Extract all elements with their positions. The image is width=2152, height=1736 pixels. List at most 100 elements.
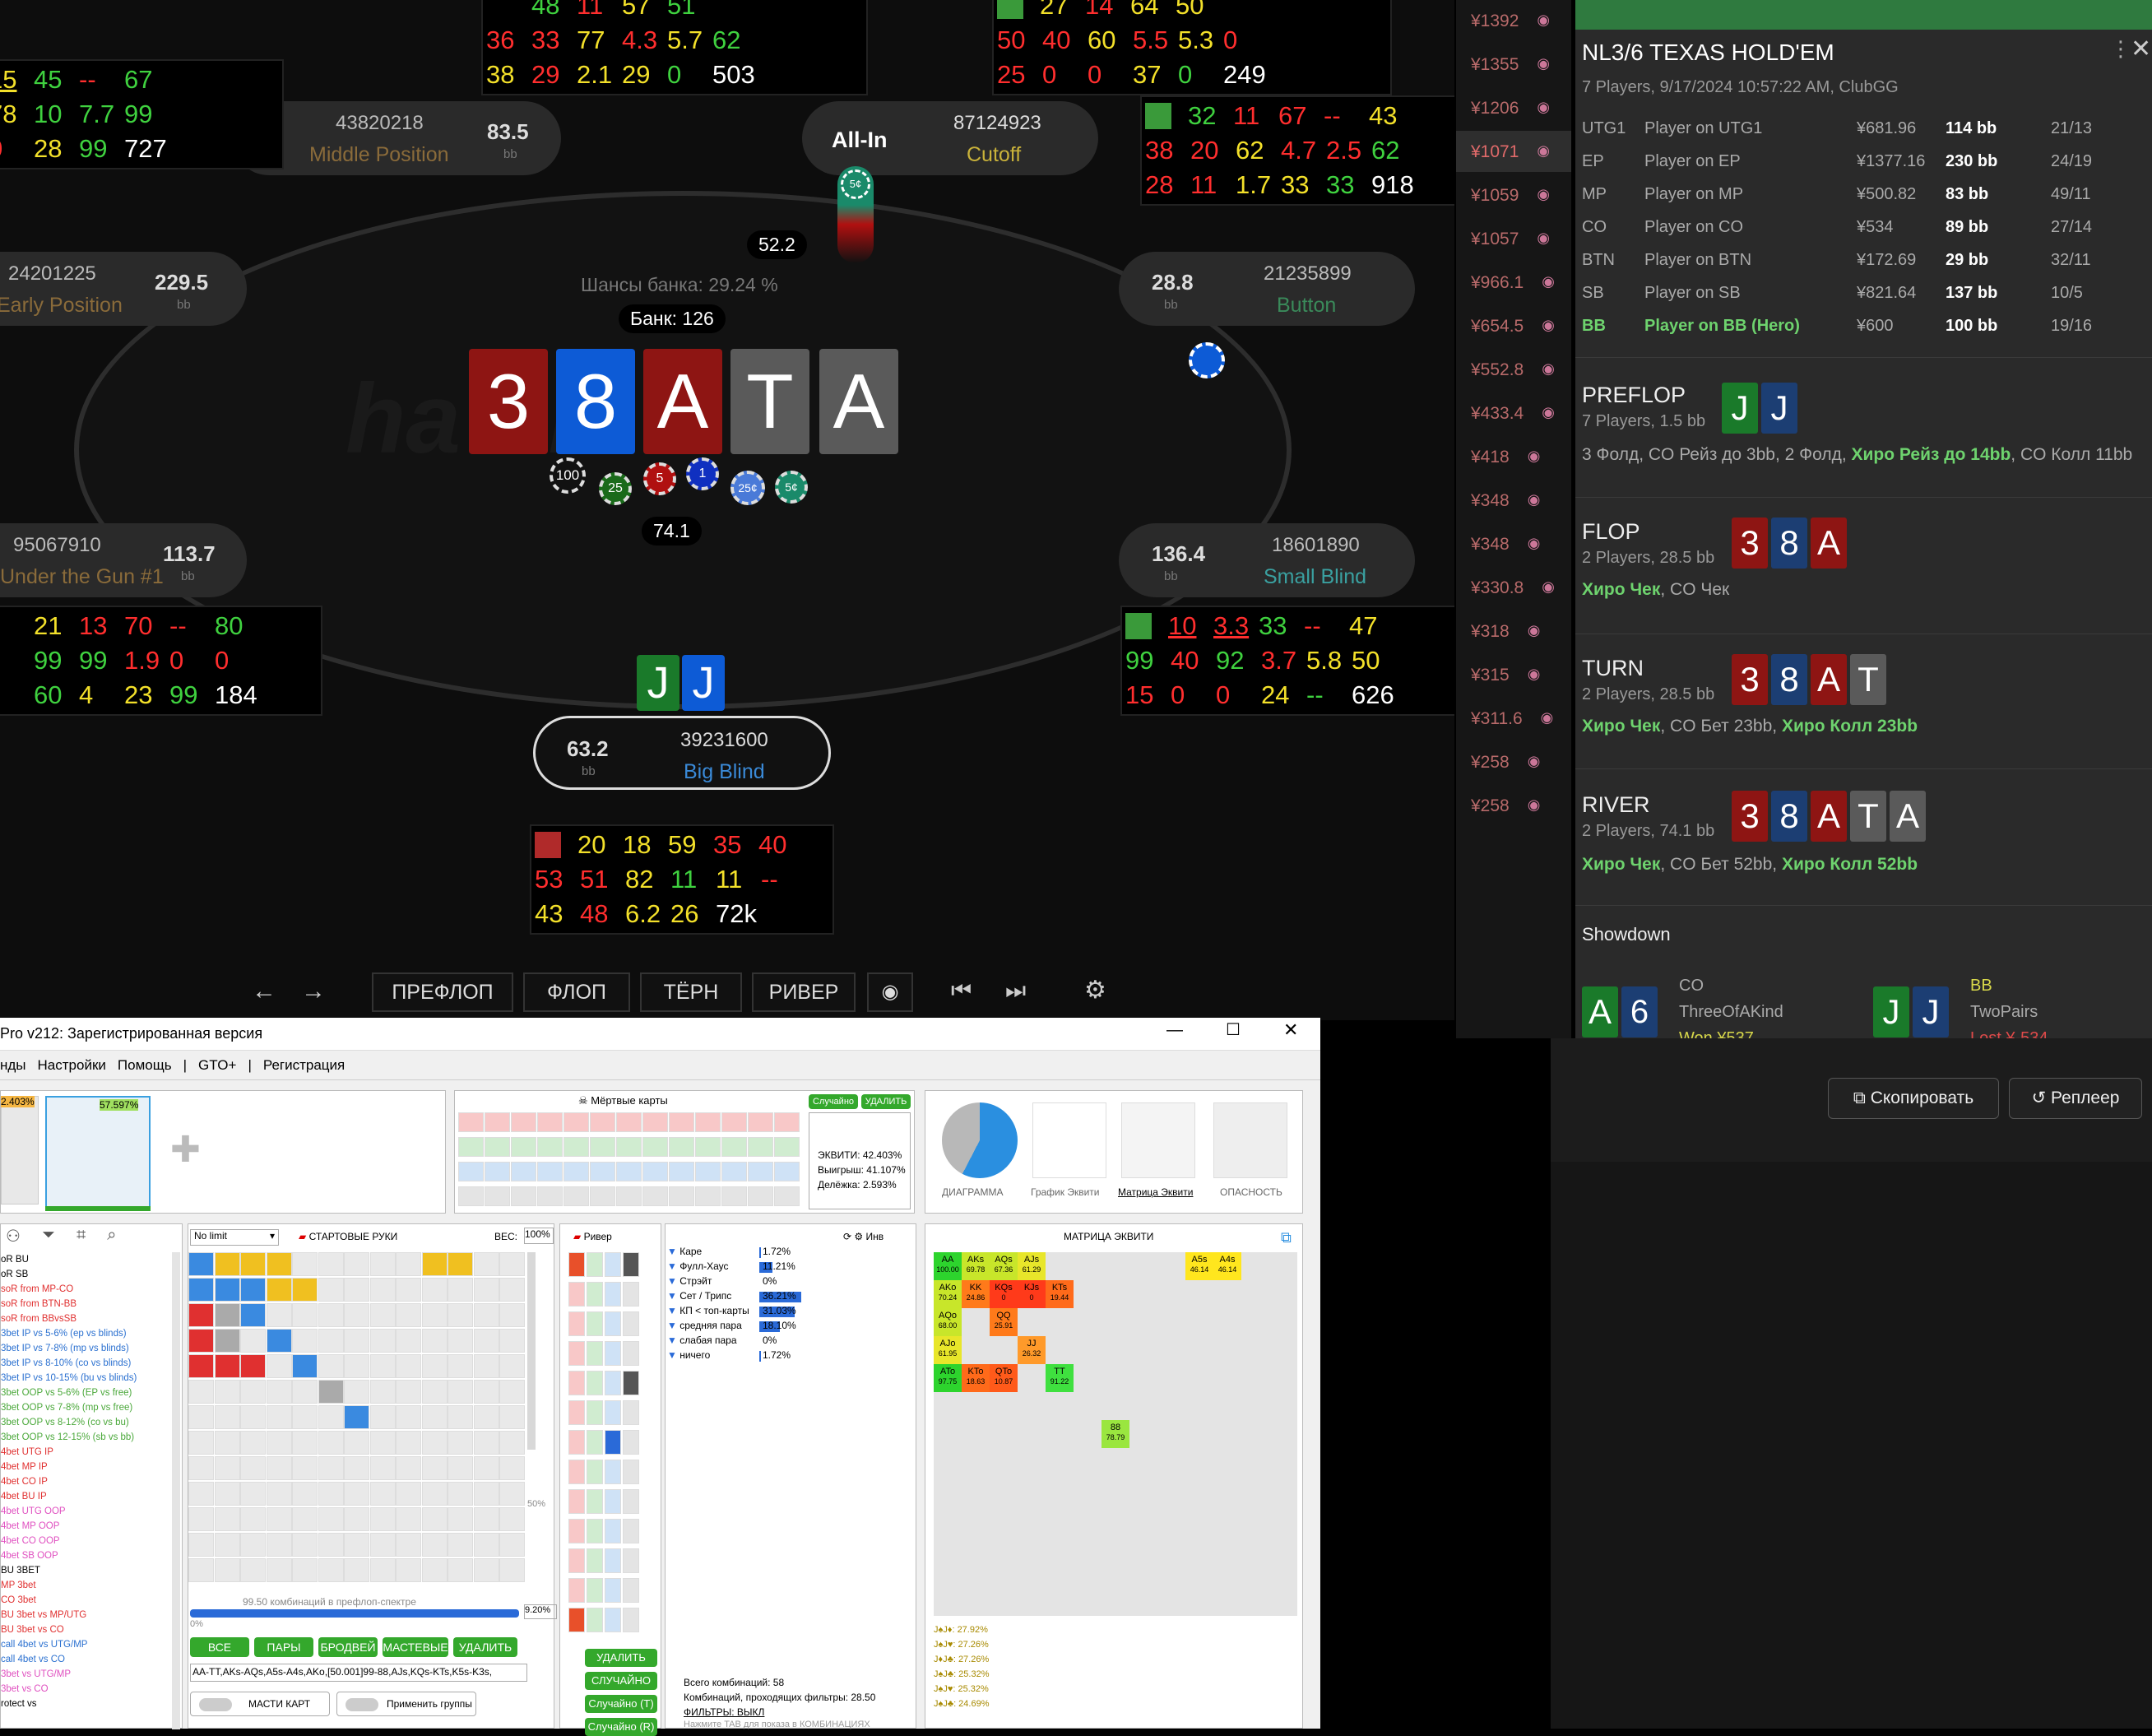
board-card-cell[interactable]	[568, 1341, 585, 1366]
equity-matrix-thumb[interactable]	[1121, 1102, 1195, 1178]
select-all-button[interactable]: ВСЕ	[190, 1637, 249, 1657]
hand-cell[interactable]	[266, 1303, 292, 1327]
dead-card-cell[interactable]	[590, 1162, 615, 1181]
hand-cell[interactable]	[292, 1558, 318, 1582]
equity-graph-thumb[interactable]	[1032, 1102, 1106, 1178]
dead-card-cell[interactable]	[458, 1112, 484, 1132]
dead-card-cell[interactable]	[774, 1137, 800, 1157]
hand-cell[interactable]	[344, 1431, 369, 1455]
hand-cell[interactable]	[421, 1558, 448, 1582]
matrix-cell[interactable]: QTo 10.87	[990, 1364, 1018, 1392]
hand-cell[interactable]	[292, 1354, 318, 1378]
dead-card-cell[interactable]	[748, 1162, 773, 1181]
hud-small-blind[interactable]: 10 3.3 33 -- 47 99 40 92 3.7 5.8 50 15 0 0 24 -- 626	[1120, 606, 1454, 716]
hand-cell[interactable]	[448, 1380, 473, 1404]
board-card-cell[interactable]	[623, 1430, 639, 1455]
eye-icon[interactable]: ◉	[1528, 491, 1541, 521]
delete-button[interactable]: УДАЛИТЬ	[861, 1094, 911, 1109]
history-row[interactable]: ¥1206 ◉	[1456, 87, 1571, 128]
stat-row[interactable]: ▼ Сет / Трипс 36.21%	[667, 1290, 914, 1302]
hand-cell[interactable]	[214, 1329, 240, 1353]
menu-bar[interactable]: нды Настройки Помощь | GTO+ | Регистрация	[0, 1057, 345, 1074]
hand-cell[interactable]	[344, 1456, 369, 1480]
board-card-cell[interactable]	[605, 1252, 621, 1277]
range-item[interactable]: BU 3bet vs CO	[1, 1622, 170, 1637]
hand-cell[interactable]	[448, 1354, 473, 1378]
hand-cell[interactable]	[292, 1252, 318, 1276]
hud-utg[interactable]: 21 13 70 -- 80 99 99 1.9 0 0 60 4 23 99 184	[0, 606, 322, 716]
board-card-cell[interactable]	[605, 1341, 621, 1366]
hand-cell[interactable]	[369, 1482, 396, 1506]
hand-cell[interactable]	[292, 1303, 318, 1327]
dead-card-cell[interactable]	[642, 1137, 668, 1157]
hand-cell[interactable]	[214, 1303, 240, 1327]
thumb-1[interactable]	[1, 1096, 39, 1205]
matrix-cell[interactable]: AQo 68.00	[934, 1308, 962, 1336]
hand-cell[interactable]	[448, 1533, 473, 1557]
board-card-cell[interactable]	[623, 1548, 639, 1573]
matrix-cell[interactable]: AJs 61.29	[1018, 1252, 1046, 1280]
stat-row[interactable]: ▼ средняя пара 18.10%	[667, 1320, 914, 1332]
hand-cell[interactable]	[369, 1278, 396, 1302]
eye-icon[interactable]: ◉	[1528, 666, 1541, 695]
seat-early-position[interactable]: 24201225 Early Position 229.5 bb	[0, 252, 247, 326]
hand-cell[interactable]	[240, 1354, 266, 1378]
nav-flop-button[interactable]: ФЛОП	[523, 972, 630, 1012]
dead-card-cell[interactable]	[642, 1186, 668, 1206]
hand-cell[interactable]	[214, 1380, 240, 1404]
history-row[interactable]: ¥315 ◉	[1456, 654, 1571, 695]
hand-cell[interactable]	[266, 1354, 292, 1378]
eye-icon[interactable]: ◉	[1537, 99, 1550, 128]
board-card-cell[interactable]	[587, 1311, 603, 1336]
range-thumbnails[interactable]: 2.403% 57.597% ✚	[0, 1090, 446, 1214]
matrix-grid[interactable]: AA 100.00 AKs 69.78 AQs 67.36 AJs 61.29 A5s 46.14…	[934, 1252, 1297, 1616]
hand-cell[interactable]	[499, 1482, 525, 1506]
player-row[interactable]: BB Player on BB (Hero) ¥600 100 bb 19/16	[1575, 317, 2151, 350]
hand-cell[interactable]	[214, 1507, 240, 1531]
range-item[interactable]: 4bet MP OOP	[1, 1519, 170, 1534]
player-row[interactable]: SB Player on SB ¥821.64 137 bb 10/5	[1575, 284, 2151, 317]
hand-cell[interactable]	[214, 1405, 240, 1429]
dead-card-cell[interactable]	[564, 1162, 589, 1181]
hand-cell[interactable]	[240, 1456, 266, 1480]
hand-cell[interactable]	[369, 1354, 396, 1378]
hand-cell[interactable]	[369, 1303, 396, 1327]
dead-card-cell[interactable]	[721, 1186, 747, 1206]
matrix-cell[interactable]: A4s 46.14	[1213, 1252, 1241, 1280]
dead-card-cell[interactable]	[458, 1137, 484, 1157]
range-item[interactable]: 4bet MP IP	[1, 1460, 170, 1474]
hand-cell[interactable]	[473, 1482, 499, 1506]
hand-cell[interactable]	[318, 1431, 344, 1455]
dead-card-cell[interactable]	[695, 1112, 721, 1132]
dead-card-cell[interactable]	[669, 1112, 694, 1132]
board-card-cell[interactable]	[587, 1460, 603, 1484]
hand-cell[interactable]	[473, 1558, 499, 1582]
hand-cell[interactable]	[266, 1533, 292, 1557]
hand-cell[interactable]	[344, 1533, 369, 1557]
board-card-cell[interactable]	[568, 1252, 585, 1277]
matrix-cell[interactable]: KTo 18.63	[962, 1364, 990, 1392]
hand-cell[interactable]	[473, 1380, 499, 1404]
search-icon[interactable]: ⌕	[107, 1226, 116, 1246]
range-item[interactable]: 4bet CO IP	[1, 1474, 170, 1489]
range-item[interactable]: call 4bet vs CO	[1, 1652, 170, 1667]
hand-cell[interactable]	[188, 1507, 214, 1531]
range-toolbar[interactable]: ⚇ ⏷ ⌗ ⌕	[6, 1226, 116, 1246]
hud-hero[interactable]: 20 18 59 35 40 53 51 82 11 11 -- 43 48 6.2 26 72k	[530, 824, 834, 935]
hand-cell[interactable]	[499, 1380, 525, 1404]
matrix-cell[interactable]: KTs 19.44	[1046, 1280, 1074, 1308]
hand-cell[interactable]	[448, 1482, 473, 1506]
board-card-cell[interactable]	[587, 1430, 603, 1455]
hand-cell[interactable]	[240, 1558, 266, 1582]
minimize-icon[interactable]: —	[1166, 1021, 1183, 1040]
chart-tabs-panel[interactable]: ДИАГРАММА График Эквити Матрица Эквити О…	[925, 1090, 1303, 1214]
hand-cell[interactable]	[292, 1431, 318, 1455]
dead-card-cell[interactable]	[564, 1186, 589, 1206]
hand-cell[interactable]	[292, 1533, 318, 1557]
history-row[interactable]: ¥552.8 ◉	[1456, 349, 1571, 390]
eye-icon[interactable]: ◉	[1542, 273, 1555, 303]
filter-icon[interactable]: ⏷	[42, 1226, 55, 1246]
hand-cell[interactable]	[214, 1533, 240, 1557]
hand-cell[interactable]	[473, 1252, 499, 1276]
range-item[interactable]: 3bet vs CO	[1, 1682, 170, 1697]
